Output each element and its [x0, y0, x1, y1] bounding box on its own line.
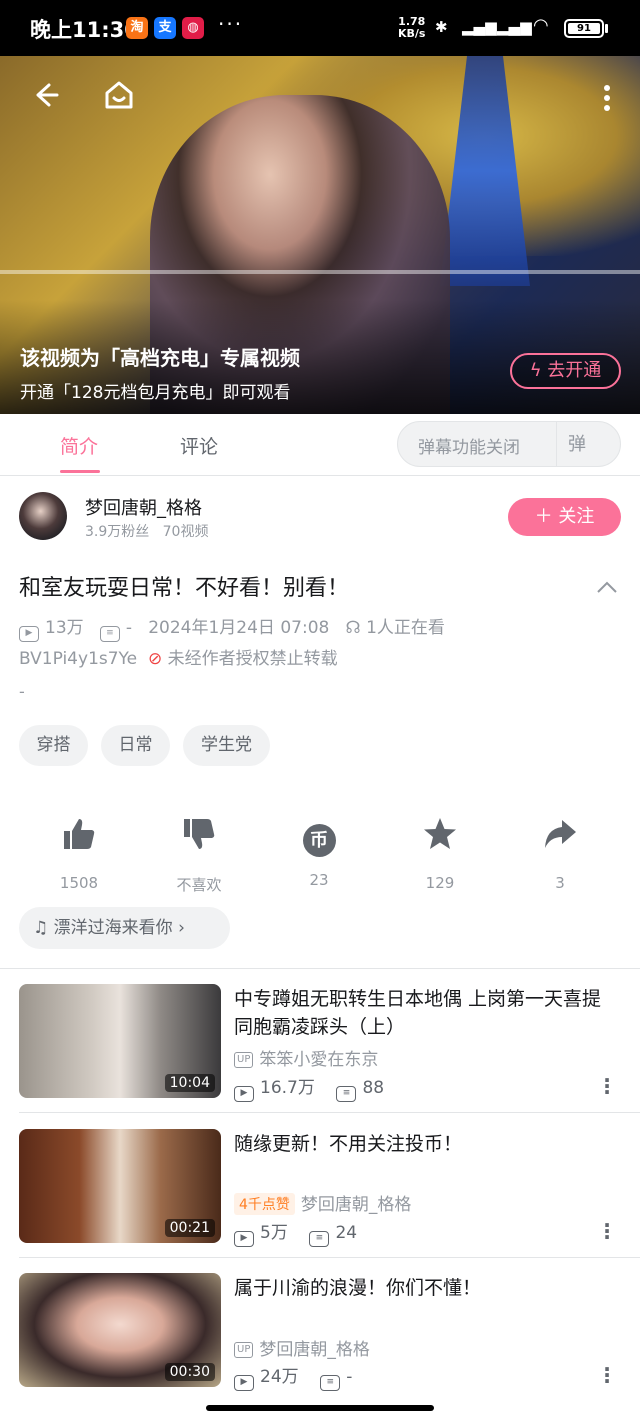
divider: [19, 1257, 640, 1258]
publish-date: 2024年1月24日 07:08: [148, 618, 330, 638]
forbid-icon: ⊘: [147, 649, 163, 669]
paywall-title: 该视频为「高档充电」专属视频: [20, 346, 300, 370]
divider: [19, 1112, 640, 1113]
related-stats: ▶ 5万 ≡ 24: [234, 1218, 357, 1247]
related-uploader: 4千点赞 梦回唐朝_格格: [234, 1190, 411, 1215]
favorite-button[interactable]: 129: [400, 816, 480, 892]
back-icon[interactable]: [30, 80, 60, 118]
follow-button[interactable]: ＋ 关注: [508, 498, 621, 536]
active-tab-indicator: [60, 470, 100, 473]
battery-icon: 91: [564, 19, 604, 38]
danmaku-count-icon: ≡: [320, 1375, 341, 1391]
plus-icon: ＋: [534, 506, 553, 527]
bvid: BV1Pi4y1s7Ye: [19, 649, 138, 669]
taobao-icon: 淘: [126, 17, 148, 39]
repost-notice: 未经作者授权禁止转载: [167, 649, 338, 669]
collapse-chevron-icon[interactable]: [596, 575, 618, 599]
share-arrow-icon: [520, 816, 600, 860]
more-vertical-icon[interactable]: · · ·: [600, 1070, 614, 1102]
related-thumbnail[interactable]: 10:04: [19, 984, 221, 1098]
related-thumbnail[interactable]: 00:21: [19, 1129, 221, 1243]
uploader-avatar[interactable]: [19, 492, 67, 540]
bluetooth-icon: ✱: [435, 18, 448, 36]
status-bar: 晚上11:30 淘 支 ◍ ··· 1.78 KB/s ✱ ▂▄▆ ▂▄▆ ◠ …: [0, 0, 640, 56]
video-meta: ▶ 13万 ≡ - 2024年1月24日 07:08 ☊ 1人正在看: [19, 613, 445, 642]
danmaku-count-icon: ≡: [309, 1231, 330, 1247]
play-count-icon: ▶: [19, 626, 39, 642]
network-speed: 1.78 KB/s: [398, 15, 426, 40]
play-count-icon: ▶: [234, 1375, 254, 1391]
signal-2-icon: ▂▄▆: [497, 18, 532, 36]
coin-button[interactable]: 币 23: [279, 816, 359, 889]
like-count-badge: 4千点赞: [234, 1193, 295, 1215]
alipay-icon: 支: [154, 17, 176, 39]
status-time: 晚上11:30: [30, 18, 139, 42]
thumbs-down-icon: [159, 816, 239, 860]
watching-count: 1人正在看: [366, 618, 445, 638]
danmaku-label: 弹幕功能关闭: [418, 438, 520, 458]
related-uploader: UP 梦回唐朝_格格: [234, 1335, 370, 1360]
video-description: -: [19, 682, 25, 701]
more-vertical-icon[interactable]: [602, 84, 612, 118]
tag-chip[interactable]: 日常: [101, 725, 170, 766]
lightning-icon: ϟ: [529, 360, 542, 381]
uploader-stats: 3.9万粉丝 70视频: [85, 524, 209, 540]
more-vertical-icon[interactable]: · · ·: [600, 1359, 614, 1391]
video-title: 和室友玩耍日常！不好看！别看！: [19, 576, 350, 601]
tab-intro[interactable]: 简介: [60, 432, 98, 459]
star-icon: [400, 816, 480, 860]
like-button[interactable]: 1508: [39, 816, 119, 892]
tag-chip[interactable]: 穿搭: [19, 725, 88, 766]
duration-badge: 00:21: [164, 1219, 215, 1237]
watching-icon: ☊: [345, 618, 361, 638]
open-charge-button[interactable]: ϟ 去开通: [510, 353, 621, 389]
divider: [0, 968, 640, 969]
duration-badge: 00:30: [164, 1363, 215, 1381]
shopping-app-icon: ◍: [182, 17, 204, 39]
danmaku-count-icon: ≡: [99, 626, 120, 642]
music-note-icon: ♫: [33, 918, 49, 938]
duration-badge: 10:04: [164, 1074, 215, 1092]
tab-comments[interactable]: 评论: [180, 432, 218, 459]
signal-1-icon: ▂▄▆: [462, 18, 497, 36]
wifi-icon: ◠: [533, 15, 549, 36]
dislike-button[interactable]: 不喜欢: [159, 816, 239, 895]
music-chip[interactable]: ♫ 漂洋过海来看你 ›: [19, 907, 230, 949]
tag-chip[interactable]: 学生党: [183, 725, 270, 766]
coin-icon: 币: [302, 824, 336, 857]
related-stats: ▶ 16.7万 ≡ 88: [234, 1073, 384, 1102]
related-thumbnail[interactable]: 00:30: [19, 1273, 221, 1387]
related-title[interactable]: 随缘更新！不用关注投币！: [234, 1130, 620, 1158]
paywall-subtitle: 开通「128元档包月充电」即可观看: [20, 383, 291, 403]
thumbs-up-icon: [39, 816, 119, 860]
up-badge-icon: UP: [234, 1342, 254, 1358]
danmaku-input[interactable]: 弹幕功能关闭 弹: [397, 421, 621, 467]
play-count-icon: ▶: [234, 1231, 254, 1247]
home-indicator[interactable]: [206, 1405, 434, 1411]
more-notifications-icon: ···: [218, 12, 244, 36]
uploader-name[interactable]: 梦回唐朝_格格: [85, 494, 202, 520]
up-badge-icon: UP: [234, 1052, 254, 1068]
related-title[interactable]: 属于川渝的浪漫！你们不懂！: [234, 1274, 620, 1302]
related-uploader: UP 笨笨小愛在东京: [234, 1045, 378, 1070]
more-vertical-icon[interactable]: · · ·: [600, 1215, 614, 1247]
danmaku-toggle-icon[interactable]: 弹: [568, 430, 586, 456]
related-stats: ▶ 24万 ≡ -: [234, 1362, 352, 1391]
video-id-row: BV1Pi4y1s7Ye ⊘ 未经作者授权禁止转载: [19, 644, 338, 669]
home-icon[interactable]: [103, 79, 135, 119]
danmaku-count-icon: ≡: [336, 1086, 357, 1102]
play-count-icon: ▶: [234, 1086, 254, 1102]
share-button[interactable]: 3: [520, 816, 600, 892]
chevron-right-icon: ›: [178, 918, 185, 938]
related-title[interactable]: 中专蹲姐无职转生日本地偶 上岗第一天喜提同胞霸凌踩头（上）: [234, 985, 620, 1041]
